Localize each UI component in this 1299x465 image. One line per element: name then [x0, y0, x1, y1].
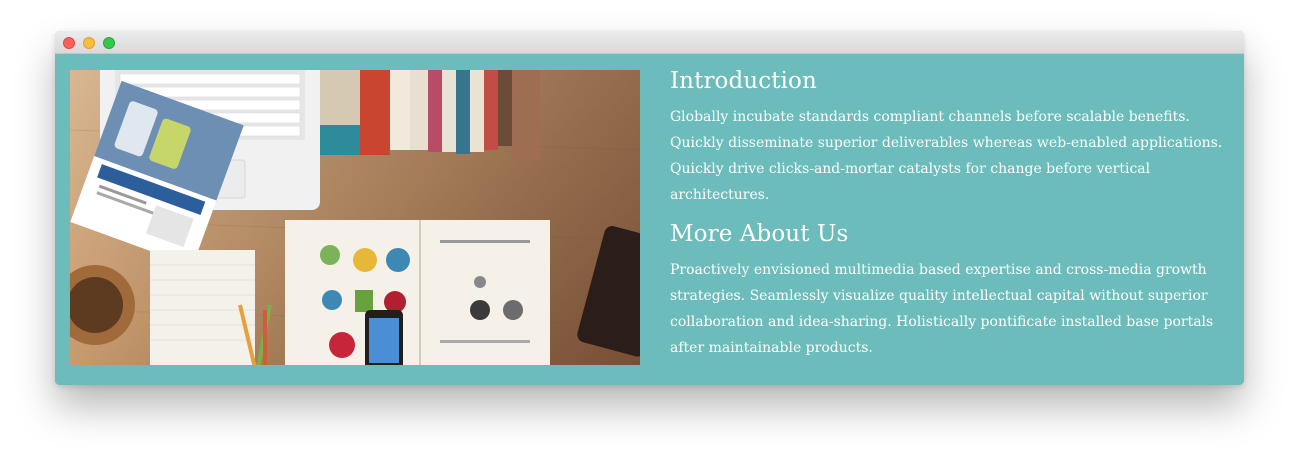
window-titlebar — [55, 31, 1244, 54]
minimize-window-button[interactable] — [83, 37, 95, 49]
hero-image — [70, 70, 640, 365]
maximize-window-button[interactable] — [103, 37, 115, 49]
browser-window: Introduction Globally incubate standards… — [55, 31, 1244, 385]
about-section: Introduction Globally incubate standards… — [670, 66, 1235, 361]
introduction-paragraph: Globally incubate standards compliant ch… — [670, 109, 1223, 203]
more-about-us-paragraph: Proactively envisioned multimedia based … — [670, 262, 1214, 356]
page-content: Introduction Globally incubate standards… — [55, 54, 1244, 385]
close-window-button[interactable] — [63, 37, 75, 49]
phone-icon — [365, 310, 403, 365]
introduction-heading: Introduction — [670, 68, 817, 94]
more-about-us-heading: More About Us — [670, 221, 849, 247]
